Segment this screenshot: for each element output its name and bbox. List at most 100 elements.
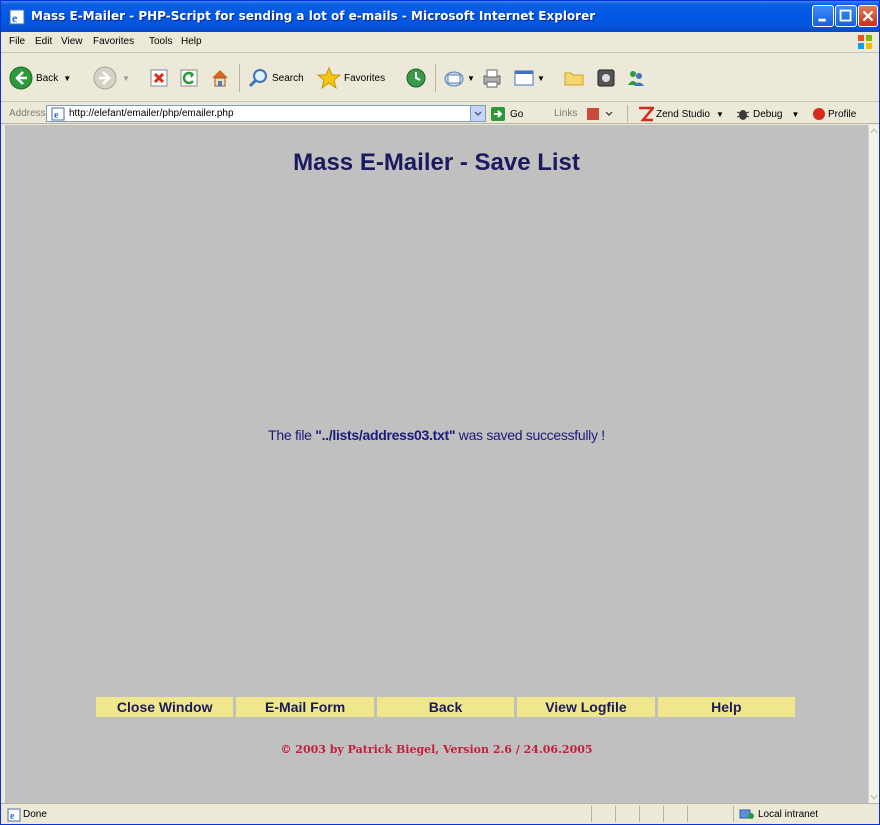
scroll-up-arrow-icon[interactable] — [869, 125, 879, 137]
menu-view[interactable]: View — [61, 36, 83, 47]
scroll-down-arrow-icon[interactable] — [869, 791, 879, 803]
discuss-button[interactable] — [563, 66, 585, 90]
menu-favorites[interactable]: Favorites — [93, 36, 134, 47]
back-arrow-icon — [9, 66, 33, 90]
debug-bug-icon — [736, 110, 750, 120]
refresh-icon — [180, 69, 198, 87]
svg-text:e: e — [12, 11, 18, 25]
close-icon — [862, 10, 874, 22]
forward-dropdown-icon[interactable]: ▼ — [122, 74, 130, 83]
toolbar-separator — [239, 64, 240, 92]
debug-label: Debug — [753, 108, 783, 120]
zend-studio-icon — [639, 106, 654, 122]
window-title: Mass E-Mailer - PHP-Script for sending a… — [31, 9, 596, 23]
maximize-button[interactable] — [835, 5, 857, 27]
search-label: Search — [272, 72, 304, 84]
mail-dropdown-icon[interactable]: ▼ — [467, 74, 475, 83]
zend-studio-label: Zend Studio — [656, 108, 710, 120]
security-zone-label: Local intranet — [758, 809, 819, 820]
history-button[interactable] — [405, 66, 427, 90]
search-button[interactable]: Search — [247, 66, 304, 90]
browser-window: e Mass E-Mailer - PHP-Script for sending… — [0, 0, 880, 825]
message-suffix: was saved successfully ! — [455, 427, 605, 443]
email-form-link[interactable]: E-Mail Form — [236, 697, 374, 717]
forward-button[interactable]: ▼ — [93, 66, 130, 90]
stop-icon — [150, 69, 168, 87]
research-button[interactable] — [625, 66, 647, 90]
folder-icon — [564, 72, 584, 86]
status-divider — [663, 806, 664, 822]
message-prefix: The file — [268, 427, 316, 443]
toolbar-separator — [435, 64, 436, 92]
svg-text:e: e — [54, 110, 59, 121]
menu-tools[interactable]: Tools — [149, 36, 172, 47]
links-item[interactable] — [586, 106, 616, 127]
local-intranet-icon — [739, 809, 754, 819]
zend-studio-button[interactable]: Zend Studio ▼ — [638, 106, 724, 122]
page-content: Mass E-Mailer - Save List The file "../l… — [5, 125, 868, 803]
address-dropdown-button[interactable] — [470, 106, 485, 121]
go-arrow-icon — [491, 107, 505, 121]
profile-record-icon — [813, 108, 825, 120]
links-label[interactable]: Links — [554, 108, 577, 119]
printer-icon — [483, 69, 501, 88]
chevron-down-icon[interactable]: ▼ — [791, 110, 799, 119]
minimize-button[interactable] — [812, 5, 834, 27]
chevron-down-icon — [474, 111, 482, 117]
page-title: Mass E-Mailer - Save List — [293, 149, 580, 176]
back-link[interactable]: Back — [376, 697, 515, 717]
media-icon — [597, 69, 615, 87]
standard-toolbar: Back ▼ ▼ Search Favorites ▼ ▼ — [1, 54, 879, 102]
back-button[interactable]: Back ▼ — [9, 66, 71, 90]
mail-icon — [444, 71, 464, 87]
action-button-bar: Close Window E-Mail Form Back View Logfi… — [96, 697, 796, 717]
vertical-scrollbar[interactable] — [868, 125, 879, 803]
close-window-link[interactable]: Close Window — [96, 697, 234, 717]
address-label: Address — [9, 108, 46, 119]
profile-button[interactable]: Profile — [812, 106, 856, 122]
ie-page-icon: e — [9, 9, 25, 25]
chevron-down-icon[interactable]: ▼ — [716, 110, 724, 119]
status-bar: e Done Local intranet — [1, 803, 879, 824]
back-dropdown-icon[interactable]: ▼ — [63, 74, 71, 83]
links-bookmark-icon — [587, 108, 613, 120]
copyright-footer: © 2003 by Patrick Biegel, Version 2.6 / … — [280, 743, 593, 756]
people-icon — [628, 71, 644, 86]
go-button[interactable]: Go — [490, 106, 523, 122]
status-divider — [591, 806, 592, 822]
menu-help[interactable]: Help — [181, 36, 202, 47]
home-icon — [212, 70, 228, 87]
view-logfile-link[interactable]: View Logfile — [517, 697, 655, 717]
status-divider — [733, 806, 734, 822]
menu-bar: File Edit View Favorites Tools Help — [1, 32, 879, 53]
messenger-button[interactable] — [595, 66, 617, 90]
favorites-button[interactable]: Favorites — [317, 66, 385, 90]
saved-file-path: "../lists/address03.txt" — [315, 427, 456, 443]
edit-dropdown-icon[interactable]: ▼ — [537, 74, 545, 83]
stop-button[interactable] — [149, 66, 169, 90]
menu-edit[interactable]: Edit — [35, 36, 52, 47]
favorites-star-icon — [317, 67, 341, 89]
status-divider — [639, 806, 640, 822]
minimize-icon — [818, 18, 826, 22]
status-divider — [687, 806, 688, 822]
menu-file[interactable]: File — [9, 36, 25, 47]
status-message: The file "../lists/address03.txt" was sa… — [5, 427, 868, 443]
title-bar: e Mass E-Mailer - PHP-Script for sending… — [1, 1, 879, 32]
back-label: Back — [36, 72, 59, 84]
home-button[interactable] — [209, 66, 231, 90]
address-bar: Address e http://elefant/emailer/php/ema… — [1, 103, 879, 124]
refresh-button[interactable] — [179, 66, 199, 90]
help-link[interactable]: Help — [657, 697, 796, 717]
edit-page-icon — [514, 70, 534, 86]
favorites-label: Favorites — [344, 72, 386, 84]
address-input[interactable]: e http://elefant/emailer/php/emailer.php — [46, 105, 486, 122]
ie-page-icon: e — [51, 107, 65, 121]
mail-button[interactable]: ▼ — [443, 66, 475, 90]
close-window-button[interactable] — [858, 5, 878, 27]
edit-button[interactable]: ▼ — [513, 66, 545, 90]
svg-text:e: e — [10, 811, 15, 822]
address-url: http://elefant/emailer/php/emailer.php — [69, 108, 234, 119]
print-button[interactable] — [481, 66, 503, 90]
debug-button[interactable]: Debug ▼ — [735, 106, 799, 122]
